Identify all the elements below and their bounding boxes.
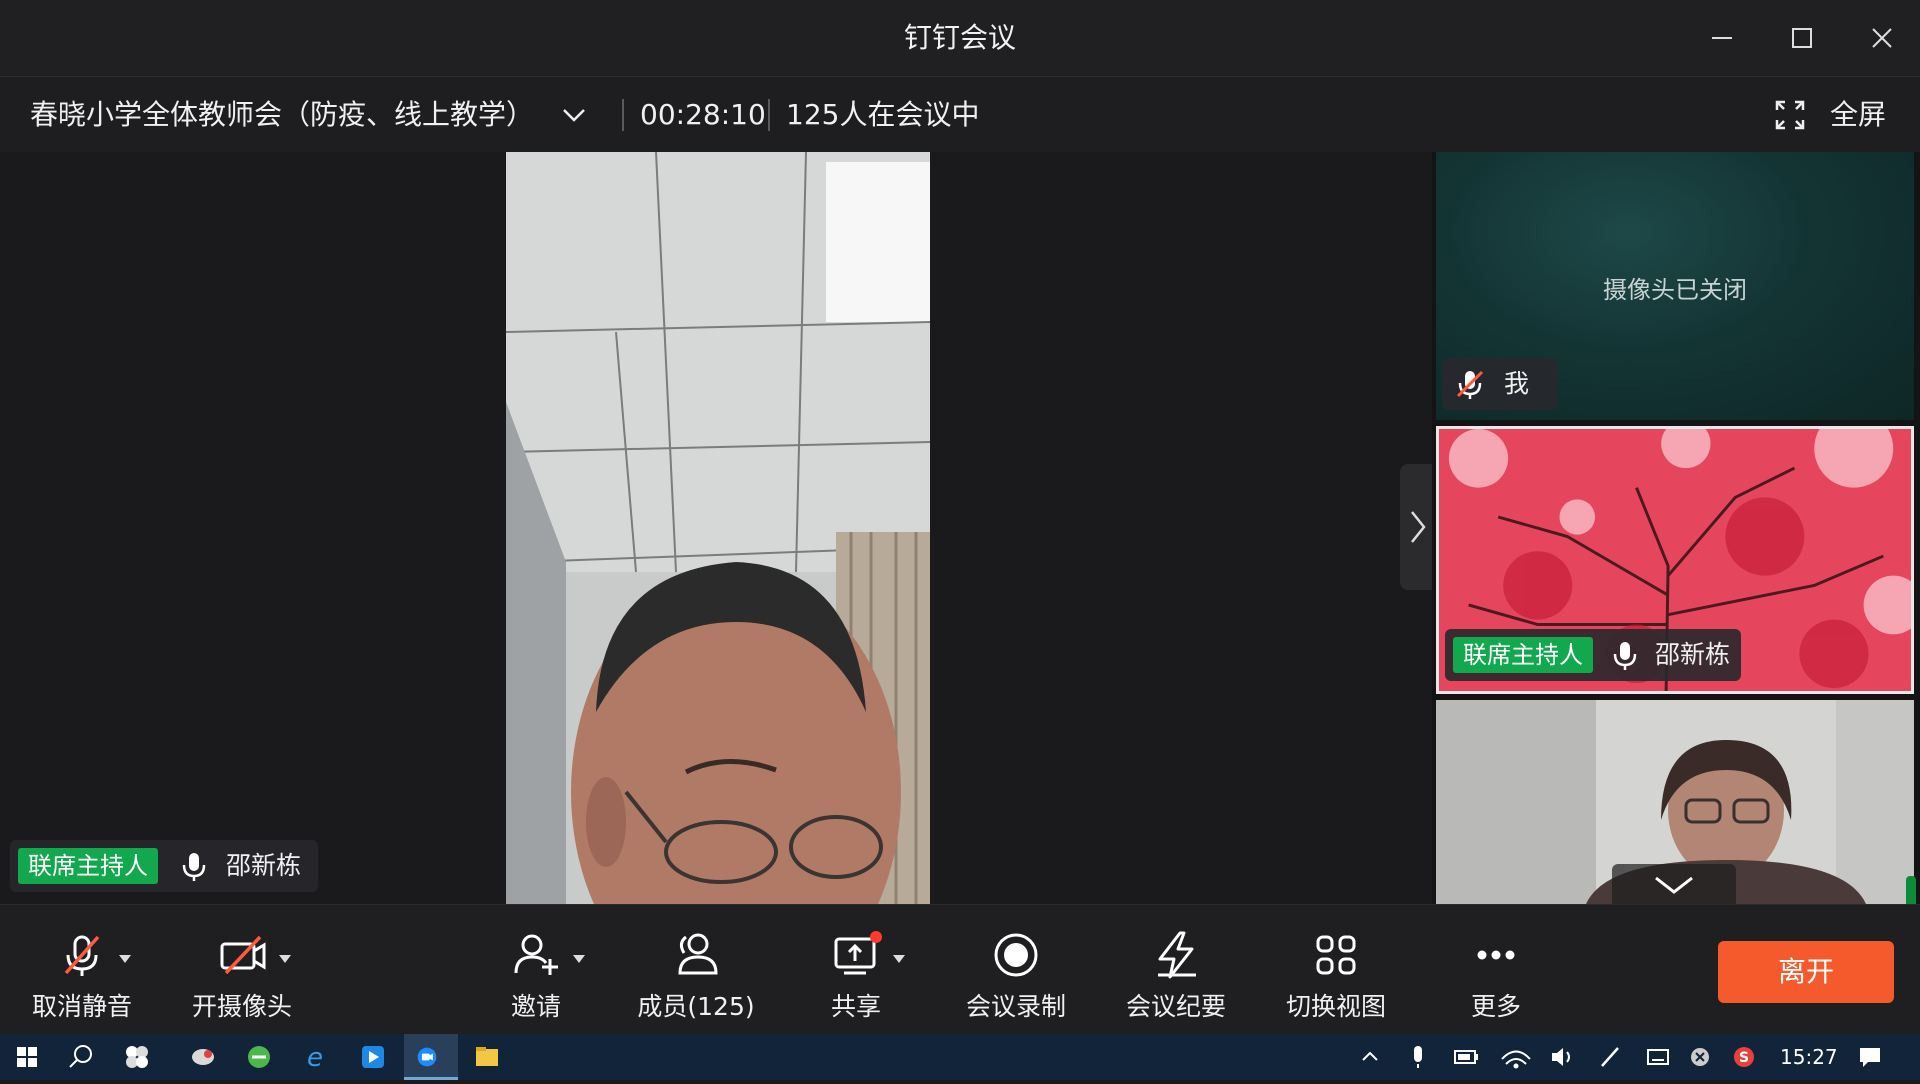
- microphone-icon: [178, 850, 210, 882]
- keyboard-icon[interactable]: [1640, 1034, 1676, 1080]
- meeting-info-bar: 春晓小学全体教师会（防疫、线上教学） 00:28:10 125人在会议中 全屏: [0, 77, 1920, 152]
- file-explorer-icon[interactable]: [464, 1034, 510, 1080]
- chevron-down-icon[interactable]: [556, 97, 592, 133]
- unmute-button[interactable]: 取消静音: [2, 905, 162, 1035]
- pen-icon[interactable]: [1592, 1034, 1628, 1080]
- speaker-video: [506, 152, 930, 904]
- battery-icon[interactable]: [1448, 1034, 1484, 1080]
- add-user-icon: [510, 929, 562, 981]
- more-label: 更多: [1470, 992, 1521, 1021]
- speaker-name: 邵新栋: [226, 851, 302, 880]
- host-name-tag: 联席主持人 邵新栋: [1445, 629, 1741, 681]
- participant-tile-3[interactable]: [1436, 700, 1914, 904]
- sogou-icon[interactable]: S: [1726, 1034, 1762, 1080]
- camera-off-text: 摄像头已关闭: [1603, 276, 1747, 304]
- close-icon: [1872, 28, 1892, 48]
- switch-view-label: 切换视图: [1285, 992, 1386, 1021]
- speaker-name-tag: 联席主持人 邵新栋: [10, 840, 318, 892]
- meeting-timer: 00:28:10: [640, 98, 766, 131]
- microphone-muted-icon: [56, 929, 108, 981]
- dingtalk-meeting-icon[interactable]: [404, 1034, 458, 1080]
- window-title: 钉钉会议: [903, 21, 1016, 54]
- microphone-icon[interactable]: [1400, 1034, 1436, 1080]
- self-name-tag: 我: [1442, 358, 1558, 410]
- tray-arrow-icon[interactable]: [1352, 1034, 1388, 1080]
- start-icon[interactable]: [4, 1034, 50, 1080]
- record-button[interactable]: 会议录制: [936, 905, 1096, 1035]
- participant-tile-host[interactable]: 联席主持人 邵新栋: [1436, 426, 1914, 694]
- fullscreen-button[interactable]: 全屏: [1830, 77, 1886, 153]
- unmute-label: 取消静音: [31, 992, 132, 1021]
- notification-icon[interactable]: [1852, 1034, 1888, 1080]
- app-bird-icon[interactable]: [180, 1034, 226, 1080]
- microphone-icon: [1609, 639, 1641, 671]
- divider: [768, 99, 770, 131]
- members-label: 成员(125): [637, 992, 755, 1021]
- caret-down-icon[interactable]: [278, 949, 292, 963]
- close-circle-icon[interactable]: [1682, 1034, 1718, 1080]
- microphone-muted-icon: [1454, 368, 1486, 400]
- meeting-toolbar: 取消静音 开摄像头 邀请 成员(125) 共享 会议录制 会议纪要 切换视图 更…: [0, 904, 1920, 1035]
- participant-panel: 摄像头已关闭 我 联席主持人 邵新栋: [1432, 152, 1920, 904]
- members-icon: [670, 929, 722, 981]
- divider: [622, 99, 624, 131]
- host-name: 邵新栋: [1655, 640, 1731, 669]
- search-icon[interactable]: [58, 1034, 104, 1080]
- start-camera-label: 开摄像头: [191, 992, 292, 1021]
- more-dots-icon: [1470, 929, 1522, 981]
- start-camera-button[interactable]: 开摄像头: [162, 905, 322, 1035]
- participant-count: 125人在会议中: [786, 98, 980, 131]
- chevron-right-icon: [1411, 511, 1426, 543]
- maximize-button[interactable]: [1782, 18, 1822, 58]
- minimize-button[interactable]: [1702, 18, 1742, 58]
- wifi-icon[interactable]: [1498, 1034, 1534, 1080]
- share-label: 共享: [830, 992, 881, 1021]
- leave-meeting-button[interactable]: 离开: [1718, 941, 1894, 1003]
- title-bar: 钉钉会议: [0, 0, 1920, 77]
- scroll-down-button[interactable]: [1612, 864, 1736, 904]
- minutes-label: 会议纪要: [1125, 992, 1226, 1021]
- app-blue-icon[interactable]: [350, 1034, 396, 1080]
- lightning-icon: [1150, 929, 1202, 981]
- meeting-title[interactable]: 春晓小学全体教师会（防疫、线上教学）: [30, 77, 534, 153]
- minimize-icon: [1712, 37, 1732, 39]
- main-video-area: 联席主持人 邵新栋: [0, 152, 1434, 904]
- caret-down-icon[interactable]: [892, 949, 906, 963]
- more-button[interactable]: 更多: [1416, 905, 1576, 1035]
- windows-taskbar: e S 15:27: [0, 1034, 1920, 1080]
- co-host-badge: 联席主持人: [18, 848, 158, 884]
- svg-text:e: e: [307, 1043, 323, 1073]
- maximize-icon: [1792, 28, 1812, 48]
- switch-view-button[interactable]: 切换视图: [1256, 905, 1416, 1035]
- expand-panel-button[interactable]: [1400, 464, 1434, 590]
- members-button[interactable]: 成员(125): [616, 905, 776, 1035]
- record-label: 会议录制: [965, 992, 1066, 1021]
- camera-off-icon: [216, 929, 268, 981]
- app-pinwheel-icon[interactable]: [114, 1034, 160, 1080]
- svg-text:S: S: [1739, 1050, 1749, 1066]
- caret-down-icon[interactable]: [572, 949, 586, 963]
- grid-view-icon: [1310, 929, 1362, 981]
- record-icon: [990, 929, 1042, 981]
- co-host-badge: 联席主持人: [1453, 637, 1593, 673]
- invite-label: 邀请: [510, 992, 561, 1021]
- self-name: 我: [1504, 369, 1530, 398]
- participant-tile-self[interactable]: 摄像头已关闭 我: [1436, 152, 1914, 420]
- fullscreen-icon[interactable]: [1774, 99, 1806, 131]
- caret-down-icon[interactable]: [118, 949, 132, 963]
- browser-green-icon[interactable]: [236, 1034, 282, 1080]
- volume-icon[interactable]: [1544, 1034, 1580, 1080]
- invite-button[interactable]: 邀请: [456, 905, 616, 1035]
- taskbar-clock[interactable]: 15:27: [1780, 1034, 1838, 1080]
- chevron-down-icon: [1655, 876, 1693, 894]
- minutes-button[interactable]: 会议纪要: [1096, 905, 1256, 1035]
- share-screen-icon: [830, 929, 882, 981]
- ie-icon[interactable]: e: [292, 1034, 338, 1080]
- close-window-button[interactable]: [1862, 18, 1902, 58]
- share-button[interactable]: 共享: [776, 905, 936, 1035]
